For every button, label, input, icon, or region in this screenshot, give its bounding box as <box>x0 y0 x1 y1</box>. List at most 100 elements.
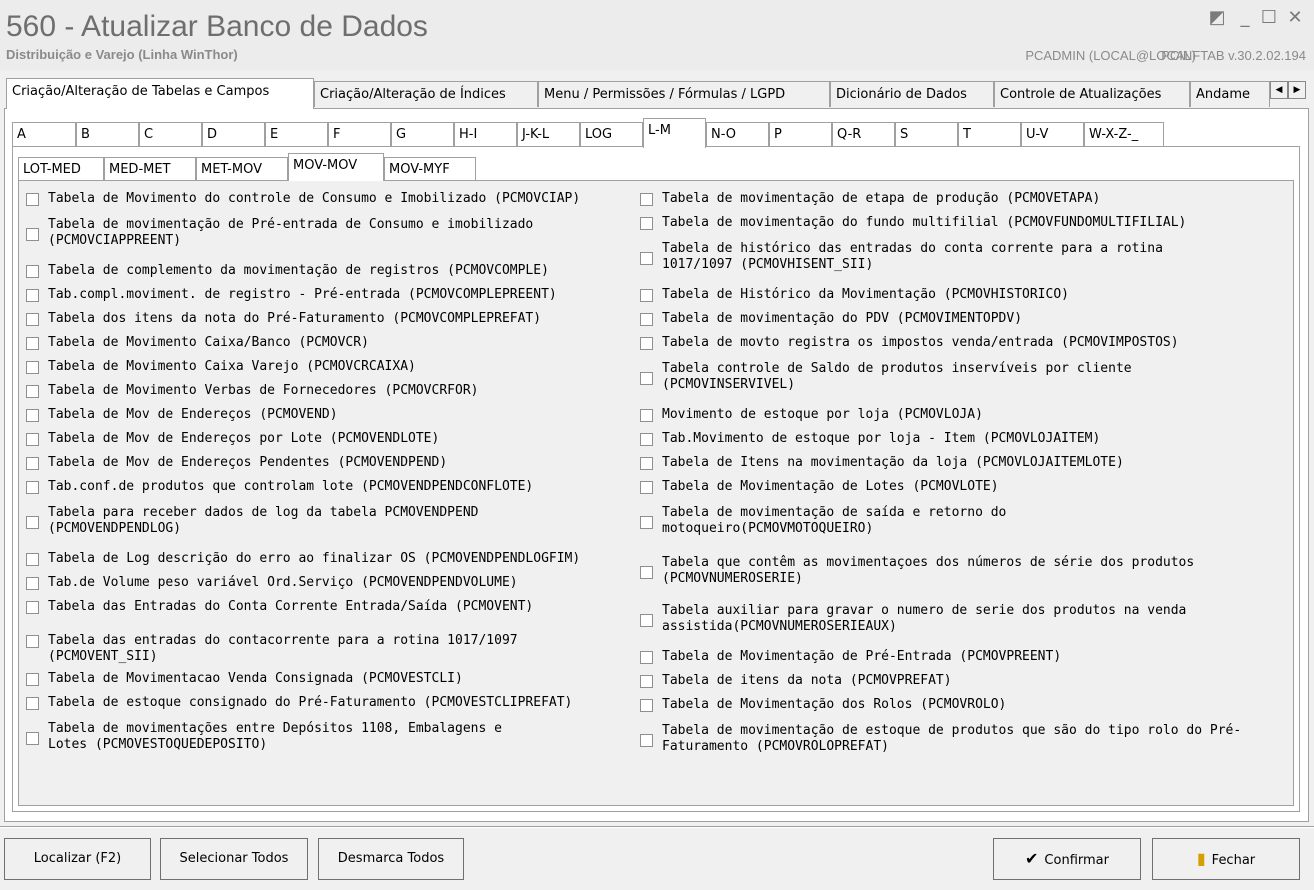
checkbox-box[interactable] <box>26 601 39 614</box>
checkbox-box[interactable] <box>26 635 39 648</box>
desmarca-todos-button[interactable]: Desmarca Todos <box>318 838 464 880</box>
checkbox-box[interactable] <box>640 372 653 385</box>
checkbox-box[interactable] <box>26 361 39 374</box>
checkbox-box[interactable] <box>26 337 39 350</box>
tab-letter-c[interactable]: C <box>139 122 202 146</box>
tab-letter-s[interactable]: S <box>895 122 958 146</box>
tab-letter-p[interactable]: P <box>769 122 832 146</box>
checkbox-box[interactable] <box>26 577 39 590</box>
checkbox-box[interactable] <box>640 217 653 230</box>
checkbox-box[interactable] <box>640 457 653 470</box>
restore-icon[interactable]: ◩ <box>1204 6 1230 30</box>
checkbox-box[interactable] <box>640 193 653 206</box>
checkbox-box[interactable] <box>26 289 39 302</box>
checkbox-label: Tabela de Movimento Caixa Varejo (PCMOVC… <box>48 359 416 374</box>
fechar-button[interactable]: ▮ Fechar <box>1152 838 1300 880</box>
checkbox-box[interactable] <box>640 734 653 747</box>
checkbox-label: Tabela das Entradas do Conta Corrente En… <box>48 599 534 614</box>
checkbox-box[interactable] <box>640 481 653 494</box>
tab-mov-myf[interactable]: MOV-MYF <box>384 157 476 181</box>
tab-letter-n-o[interactable]: N-O <box>706 122 769 146</box>
tab-letter-d[interactable]: D <box>202 122 265 146</box>
tab-dicionario[interactable]: Dicionário de Dados <box>830 81 994 107</box>
tab-letter-t[interactable]: T <box>958 122 1021 146</box>
tab-letter-log[interactable]: LOG <box>580 122 643 146</box>
checkmark-icon: ✔ <box>1025 849 1039 868</box>
localizar-label: Localizar (F2) <box>33 851 122 866</box>
checkbox-label: Tabela para receber dados de log da tabe… <box>48 505 479 536</box>
tab-letter-e[interactable]: E <box>265 122 328 146</box>
checkbox-box[interactable] <box>640 566 653 579</box>
selecionar-todos-button[interactable]: Selecionar Todos <box>160 838 308 880</box>
maximize-icon[interactable]: ☐ <box>1256 6 1282 30</box>
desmarcar-label: Desmarca Todos <box>337 851 445 866</box>
tab-letter-q-r[interactable]: Q-R <box>832 122 895 146</box>
checkbox-box[interactable] <box>26 385 39 398</box>
checkbox-box[interactable] <box>26 553 39 566</box>
tab-letter-g[interactable]: G <box>391 122 454 146</box>
checkbox-box[interactable] <box>640 289 653 302</box>
checkbox-box[interactable] <box>26 313 39 326</box>
checkbox-box[interactable] <box>640 699 653 712</box>
checkbox-box[interactable] <box>26 481 39 494</box>
tab-lot-med[interactable]: LOT-MED <box>18 157 104 181</box>
tab-letter-b[interactable]: B <box>76 122 139 146</box>
bottom-divider <box>0 826 1314 828</box>
tab-mov-mov[interactable]: MOV-MOV <box>288 153 384 181</box>
checkbox-label: Tabela de movto registra os impostos ven… <box>662 335 1179 350</box>
checkbox-box[interactable] <box>26 409 39 422</box>
checkbox-box[interactable] <box>26 228 39 241</box>
checkbox-box[interactable] <box>26 516 39 529</box>
localizar-button[interactable]: Localizar (F2) <box>4 838 151 880</box>
tab-controle-atualizacoes[interactable]: Controle de Atualizações <box>994 81 1190 107</box>
checkbox-box[interactable] <box>640 409 653 422</box>
checkbox-box[interactable] <box>640 252 653 265</box>
checkbox-box[interactable] <box>26 433 39 446</box>
tab-letter-w-x-z[interactable]: W-X-Z-_ <box>1084 122 1164 146</box>
checkbox-label: Tabela de Movimento Caixa/Banco (PCMOVCR… <box>48 335 369 350</box>
confirmar-button[interactable]: ✔ Confirmar <box>993 838 1141 880</box>
checkbox-label: Tabela de movimentação de saída e retorn… <box>662 505 1007 536</box>
window-subtitle: Distribuição e Varejo (Linha WinThor) <box>6 47 238 62</box>
checkbox-box[interactable] <box>640 433 653 446</box>
tab-letter-l-m[interactable]: L-M <box>643 118 706 148</box>
letter-tab-strip: A B C D E F G H-I J-K-L LOG L-M N-O P Q-… <box>12 118 1302 148</box>
checkbox-box[interactable] <box>26 697 39 710</box>
checkbox-label: Tabela das entradas do contacorrente par… <box>48 633 518 664</box>
tab-scroll-right-icon[interactable]: ▶ <box>1288 81 1306 99</box>
tab-met-mov[interactable]: MET-MOV <box>196 157 288 181</box>
checkbox-box[interactable] <box>640 651 653 664</box>
checkbox-label: Tabela de Movimentação de Lotes (PCMOVLO… <box>662 479 999 494</box>
tab-menu-permissoes[interactable]: Menu / Permissões / Fórmulas / LGPD <box>538 81 830 107</box>
door-exit-icon: ▮ <box>1196 849 1206 868</box>
tab-indices[interactable]: Criação/Alteração de Índices <box>314 81 538 107</box>
tab-letter-f[interactable]: F <box>328 122 391 146</box>
tab-letter-u-v[interactable]: U-V <box>1021 122 1084 146</box>
minimize-icon[interactable]: _ <box>1232 6 1258 30</box>
checkbox-label: Tabela de itens da nota (PCMOVPREFAT) <box>662 673 952 688</box>
checkbox-label: Tabela de Movimentacao Venda Consignada … <box>48 671 463 686</box>
tab-letter-h-i[interactable]: H-I <box>454 122 517 146</box>
checkbox-box[interactable] <box>640 516 653 529</box>
checkbox-box[interactable] <box>26 732 39 745</box>
checkbox-box[interactable] <box>640 313 653 326</box>
close-icon[interactable]: ✕ <box>1282 6 1308 30</box>
checkbox-label: Tabela de Itens na movimentação da loja … <box>662 455 1124 470</box>
checkbox-box[interactable] <box>26 265 39 278</box>
checkbox-box[interactable] <box>640 614 653 627</box>
tab-scroll-left-icon[interactable]: ◀ <box>1270 81 1288 99</box>
checkbox-box[interactable] <box>26 673 39 686</box>
checkbox-label: Tabela de movimentação de etapa de produ… <box>662 191 1101 206</box>
checkbox-box[interactable] <box>640 337 653 350</box>
tab-letter-a[interactable]: A <box>12 122 76 146</box>
tab-med-met[interactable]: MED-MET <box>104 157 196 181</box>
checkbox-label: Tabela de Mov de Endereços (PCMOVEND) <box>48 407 338 422</box>
checkbox-box[interactable] <box>640 675 653 688</box>
checkbox-box[interactable] <box>26 457 39 470</box>
checkbox-label: Tabela controle de Saldo de produtos ins… <box>662 361 1132 392</box>
checkbox-box[interactable] <box>26 193 39 206</box>
tab-andamento[interactable]: Andame <box>1190 81 1270 107</box>
tab-tabelas-campos[interactable]: Criação/Alteração de Tabelas e Campos <box>6 78 314 109</box>
tab-letter-j-k-l[interactable]: J-K-L <box>517 122 580 146</box>
fechar-label: Fechar <box>1211 853 1256 868</box>
